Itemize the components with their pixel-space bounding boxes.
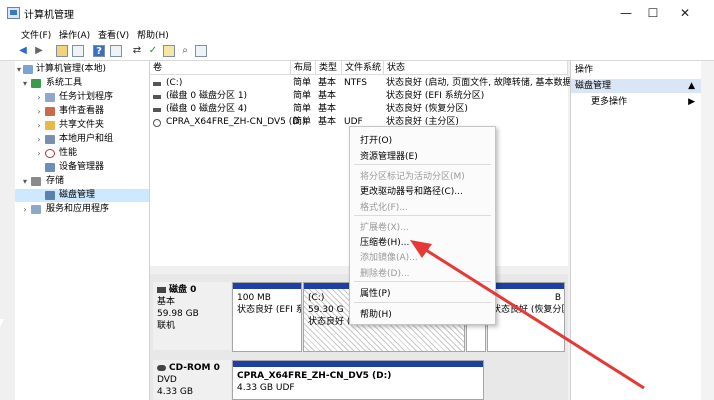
annotation-arrow-line	[417, 243, 645, 390]
annotation-arrow-head	[410, 240, 432, 258]
mouse-cursor-icon	[0, 319, 4, 327]
annotation-arrow-icon	[410, 240, 645, 390]
